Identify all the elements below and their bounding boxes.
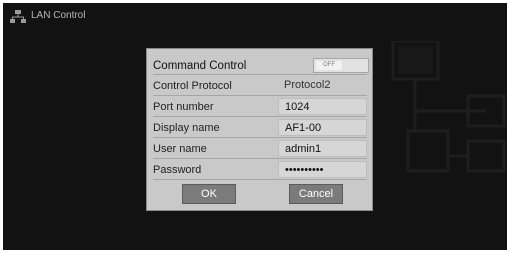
- toggle-thumb: OFF: [316, 61, 342, 70]
- app-bar: LAN Control: [3, 3, 507, 25]
- control-protocol-label: Control Protocol: [153, 80, 232, 92]
- display-name-row: Display name AF1-00: [153, 118, 367, 138]
- user-name-label: User name: [153, 143, 207, 155]
- port-number-field[interactable]: 1024: [278, 98, 367, 115]
- password-field[interactable]: ••••••••••: [278, 161, 367, 178]
- command-control-title: Command Control: [153, 60, 247, 72]
- control-protocol-row[interactable]: Control Protocol Protocol2: [153, 76, 367, 96]
- password-row: Password ••••••••••: [153, 160, 367, 180]
- control-protocol-value[interactable]: Protocol2: [278, 77, 367, 94]
- user-name-field[interactable]: admin1: [278, 140, 367, 157]
- command-control-toggle[interactable]: OFF: [313, 58, 369, 73]
- password-label: Password: [153, 164, 202, 176]
- network-icon: [10, 10, 26, 23]
- display-name-field[interactable]: AF1-00: [278, 119, 367, 136]
- background-network-illustration: [391, 41, 506, 173]
- port-number-label: Port number: [153, 101, 214, 113]
- app-title: LAN Control: [31, 10, 86, 21]
- ok-button[interactable]: OK: [182, 184, 236, 204]
- port-number-row: Port number 1024: [153, 97, 367, 117]
- tv-screen: LAN Control Command Control OFF Control …: [3, 3, 507, 250]
- command-control-row: Command Control OFF: [153, 55, 369, 75]
- display-name-label: Display name: [153, 122, 220, 134]
- cancel-button[interactable]: Cancel: [289, 184, 343, 204]
- command-control-dialog: Command Control OFF Control Protocol Pro…: [146, 48, 373, 211]
- user-name-row: User name admin1: [153, 139, 367, 159]
